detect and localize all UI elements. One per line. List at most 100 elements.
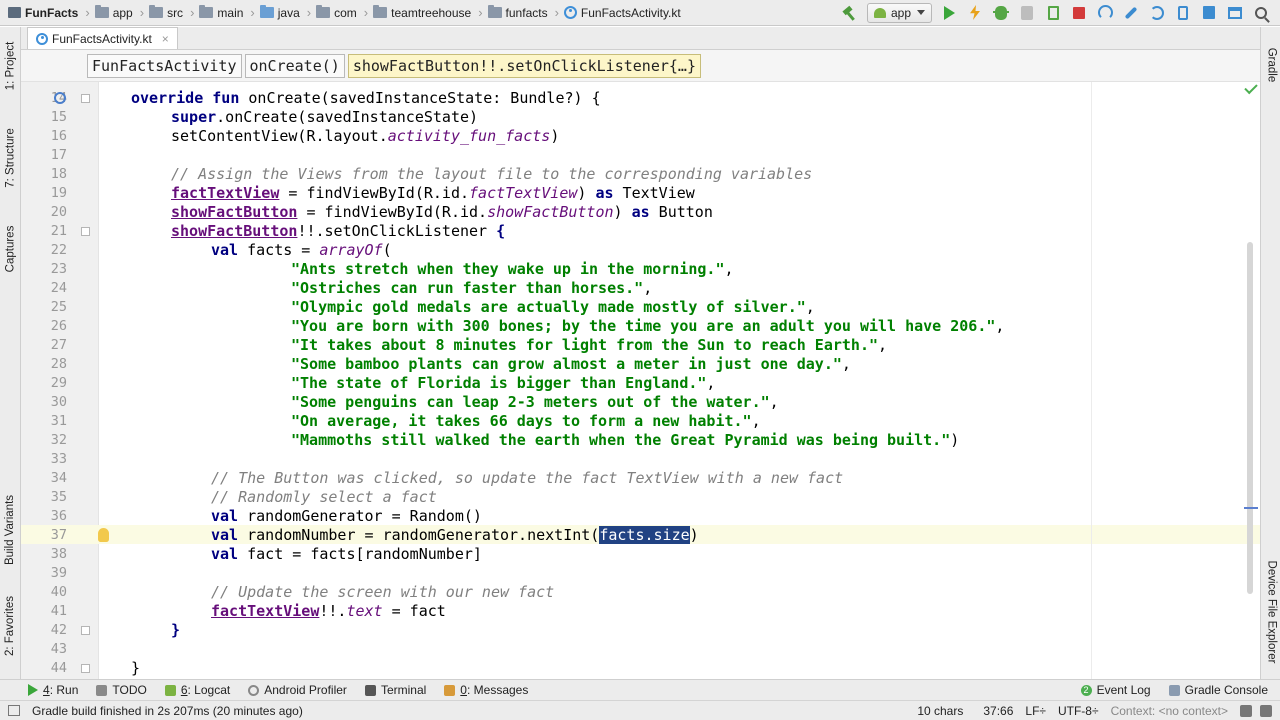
tool-tab-gradle[interactable]: Gradle: [1261, 35, 1280, 95]
close-icon[interactable]: ×: [162, 32, 169, 46]
tool-tab-event-log[interactable]: 2 Event Log: [1072, 680, 1160, 701]
tool-tab-run[interactable]: 4: Run: [0, 680, 87, 701]
package-icon: [316, 5, 331, 18]
text-selection[interactable]: facts.size: [599, 526, 690, 544]
make-project-button[interactable]: [839, 2, 861, 24]
device-icon: [1178, 5, 1188, 20]
caret-position[interactable]: 37:66: [977, 704, 1019, 718]
lock-icon[interactable]: [1240, 704, 1252, 717]
tool-tab-structure[interactable]: 7: Structure: [0, 119, 21, 197]
source-folder-icon: [259, 5, 274, 18]
event-count-badge: 2: [1080, 684, 1092, 696]
selection-count: 10 chars: [917, 703, 964, 718]
breadcrumb: FunFacts › app › src › main › java › com…: [0, 0, 837, 26]
stop-button[interactable]: [1068, 2, 1090, 24]
inspector-icon[interactable]: [1260, 704, 1272, 717]
stop-icon: [1073, 6, 1085, 19]
toggle-tool-windows-icon[interactable]: [8, 705, 20, 716]
tool-tab-messages[interactable]: 0: Messages: [435, 680, 537, 701]
breadcrumb-src[interactable]: src: [149, 0, 187, 26]
wrench-icon: [1124, 6, 1138, 19]
kotlin-file-icon: [563, 6, 577, 19]
code-line: 41 factTextView!!.text = fact: [50, 602, 446, 620]
code-line: 17: [50, 147, 67, 163]
tool-tab-device-file-explorer[interactable]: Device File Explorer: [1261, 547, 1280, 677]
play-icon: [28, 684, 38, 696]
tool-tab-gradle-console[interactable]: Gradle Console: [1160, 680, 1280, 701]
tool-tab-project[interactable]: 1: Project: [0, 35, 21, 97]
hammer-icon: [843, 6, 857, 20]
sync-gradle-button[interactable]: [1146, 2, 1168, 24]
instant-run-button[interactable]: [964, 2, 986, 24]
context-indicator[interactable]: Context: <no context>: [1105, 704, 1234, 718]
tool-tab-todo[interactable]: TODO: [87, 680, 155, 701]
fold-icon[interactable]: [81, 227, 90, 236]
tool-tab-terminal[interactable]: Terminal: [356, 680, 435, 701]
code-structure-bar: FunFactsActivity onCreate() showFactButt…: [21, 50, 1260, 82]
fold-icon[interactable]: [81, 626, 90, 635]
avd-manager-button[interactable]: [1172, 2, 1194, 24]
breadcrumb-app[interactable]: app: [94, 0, 137, 26]
tool-tab-favorites[interactable]: 2: Favorites: [0, 587, 21, 665]
search-everywhere-button[interactable]: [1250, 2, 1272, 24]
chevron-down-icon: [917, 10, 925, 15]
project-icon: [8, 7, 21, 18]
code-line: 35 // Randomly select a fact: [50, 488, 437, 506]
lightbulb-icon[interactable]: [98, 528, 109, 542]
messages-icon: [444, 684, 456, 696]
code-line: 36 val randomGenerator = Random(): [50, 507, 482, 525]
tool-tab-captures[interactable]: Captures: [0, 215, 21, 283]
code-line: 18 // Assign the Views from the layout f…: [50, 165, 813, 183]
tool-tab-logcat[interactable]: 6: Logcat: [156, 680, 239, 701]
override-marker-icon[interactable]: [54, 92, 66, 104]
code-line: 14 override fun onCreate(savedInstanceSt…: [50, 89, 601, 107]
code-editor[interactable]: 14 override fun onCreate(savedInstanceSt…: [21, 82, 1260, 679]
apply-changes-button[interactable]: [1042, 2, 1064, 24]
profiler-button[interactable]: [1094, 2, 1116, 24]
structure-class[interactable]: FunFactsActivity: [87, 53, 242, 78]
sdk-manager-button[interactable]: [1198, 2, 1220, 24]
console-icon: [1168, 684, 1180, 696]
vertical-scrollbar[interactable]: [1247, 242, 1253, 594]
error-stripe-marker[interactable]: [1244, 507, 1258, 509]
status-message[interactable]: Gradle build finished in 2s 207ms (20 mi…: [0, 704, 911, 718]
code-line: 32 "Mammoths still walked the earth when…: [50, 431, 960, 449]
right-tool-strip: Gradle Device File Explorer: [1260, 27, 1280, 679]
fold-icon[interactable]: [81, 94, 90, 103]
breadcrumb-funfacts[interactable]: funfacts: [487, 0, 552, 26]
editor-tab-file[interactable]: FunFactsActivity.kt ×: [27, 27, 178, 49]
attach-debugger-icon: [1021, 5, 1033, 20]
breadcrumb-file[interactable]: FunFactsActivity.kt: [563, 0, 685, 26]
structure-lambda[interactable]: showFactButton!!.setOnClickListener{…}: [347, 53, 701, 78]
debug-button[interactable]: [990, 2, 1012, 24]
project-structure-button[interactable]: [1120, 2, 1142, 24]
code-line: 29 "The state of Florida is bigger than …: [50, 374, 716, 392]
attach-debugger-button[interactable]: [1016, 2, 1038, 24]
kotlin-file-icon: [36, 32, 48, 45]
chevron-right-icon: ›: [190, 5, 195, 20]
fold-icon[interactable]: [81, 664, 90, 673]
breadcrumb-project[interactable]: FunFacts: [8, 0, 82, 26]
run-config-select[interactable]: app: [866, 2, 932, 23]
structure-method[interactable]: onCreate(): [244, 53, 345, 78]
run-button[interactable]: [938, 2, 960, 24]
breadcrumb-com[interactable]: com: [316, 0, 361, 26]
breadcrumb-main[interactable]: main: [199, 0, 247, 26]
folder-icon: [149, 5, 164, 18]
tool-tab-profiler[interactable]: Android Profiler: [239, 680, 356, 701]
code-line: 30 "Some penguins can leap 2-3 meters ou…: [50, 393, 779, 411]
code-line: 20 showFactButton = findViewById(R.id.sh…: [50, 203, 713, 221]
chevron-right-icon: ›: [306, 5, 312, 20]
file-encoding[interactable]: UTF-8÷: [1052, 704, 1105, 718]
tool-tab-build-variants[interactable]: Build Variants: [0, 475, 21, 585]
terminal-icon: [364, 684, 376, 696]
code-line: 39: [50, 565, 67, 581]
breadcrumb-java[interactable]: java: [259, 0, 304, 26]
code-line: 44 }: [50, 659, 141, 677]
breadcrumb-teamtreehouse[interactable]: teamtreehouse: [373, 0, 475, 26]
code-line: 23 "Ants stretch when they wake up in th…: [50, 260, 734, 278]
line-separator[interactable]: LF÷: [1019, 704, 1052, 718]
code-line: 34 // The Button was clicked, so update …: [50, 469, 844, 487]
layout-inspector-button[interactable]: [1224, 2, 1246, 24]
code-line: 43: [50, 641, 67, 657]
